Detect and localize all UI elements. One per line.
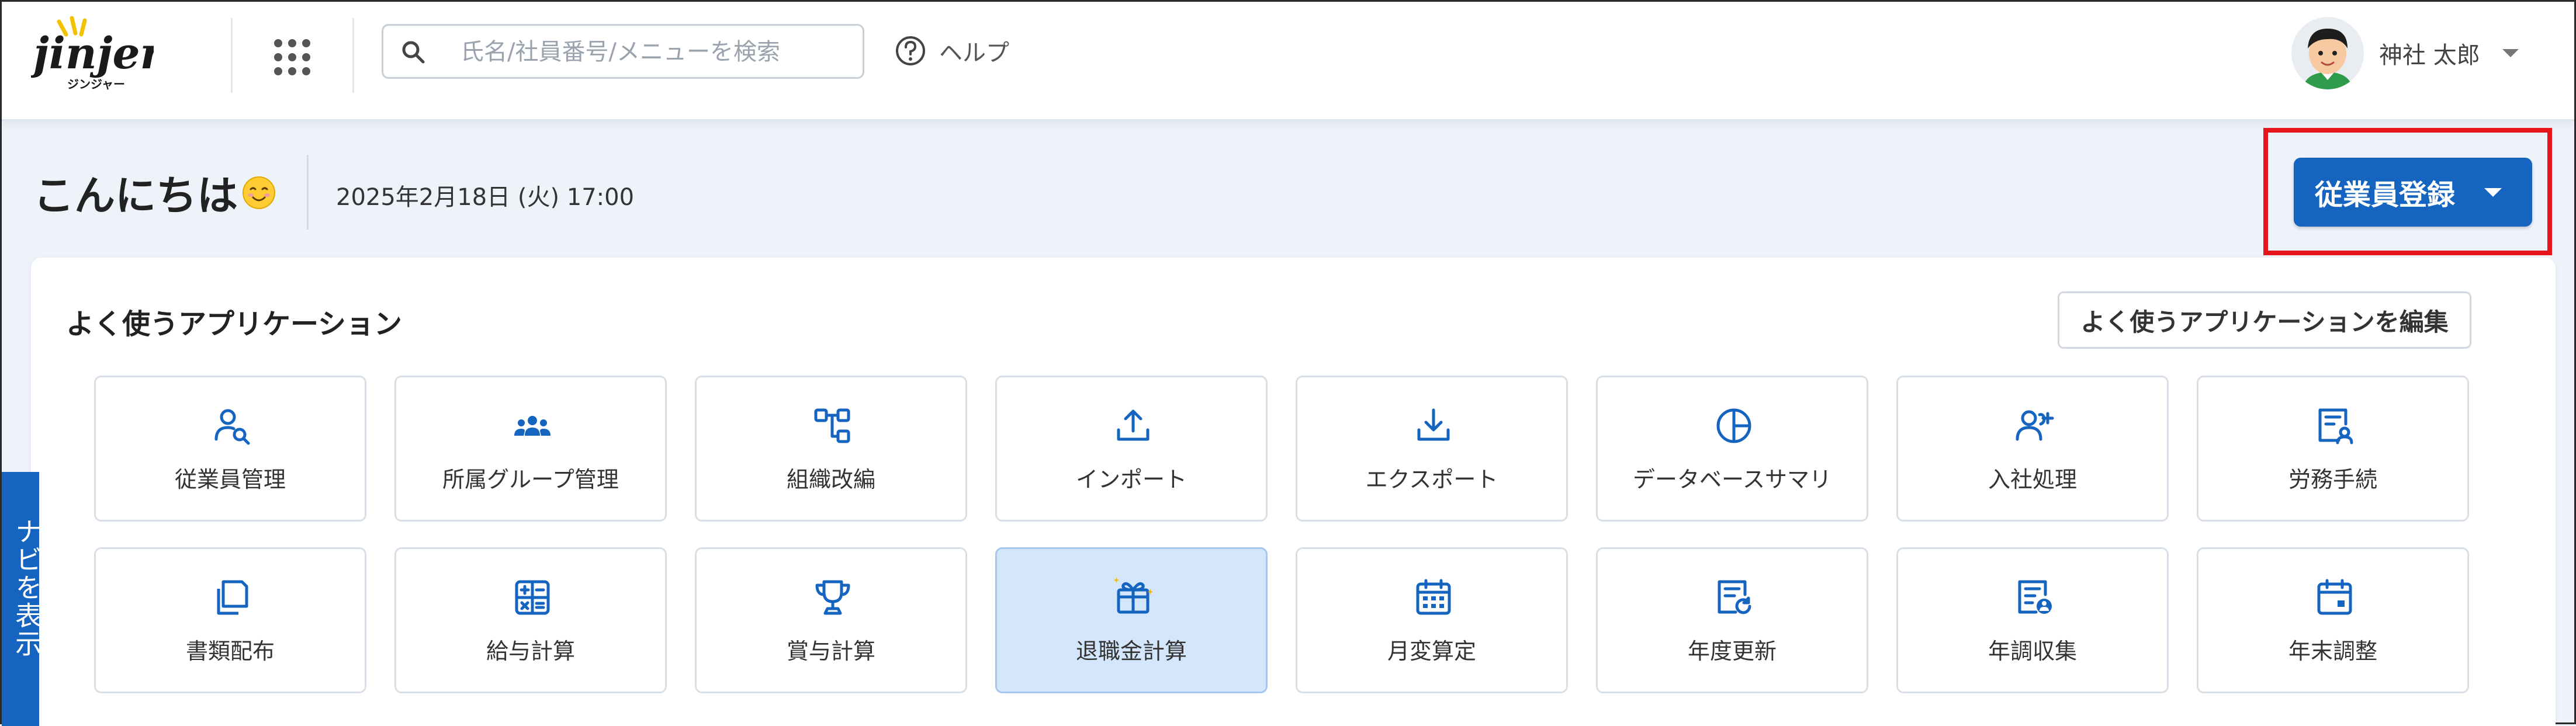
app-tile-label: 退職金計算 [1075, 638, 1187, 664]
greeting-divider [307, 155, 309, 230]
app-tile-label: 年調収集 [1988, 638, 2077, 664]
app-tile-employee-management[interactable]: 従業員管理 [94, 376, 366, 522]
avatar [2291, 17, 2364, 89]
app-tile-label: 給与計算 [486, 638, 575, 664]
app-tile-year-end-collection[interactable]: 年調収集 [1896, 547, 2169, 693]
current-datetime: 2025年2月18日 (火) 17:00 [336, 184, 635, 211]
greeting: こんにちは [33, 163, 276, 222]
svg-text:jinjer: jinjer [31, 29, 154, 79]
calculator-icon [515, 580, 550, 615]
group-icon [514, 416, 550, 436]
app-tile-label: 月変算定 [1387, 638, 1476, 664]
header-divider [352, 18, 354, 93]
calendar-grid-icon [1416, 579, 1451, 615]
app-tile-payroll[interactable]: 給与計算 [394, 547, 667, 693]
app-tile-retirement-allowance[interactable]: 退職金計算 [995, 547, 1268, 693]
calendar-icon [2317, 579, 2352, 615]
add-user-icon [2016, 410, 2054, 441]
app-tile-label: 年度更新 [1687, 638, 1777, 664]
svg-text:ジンジャー: ジンジャー [67, 77, 125, 91]
app-tile-label: 労務手続 [2288, 467, 2377, 492]
app-tile-label: 組織改編 [786, 467, 875, 492]
app-tile-label: 従業員管理 [174, 467, 286, 492]
help-link[interactable]: ヘルプ [895, 32, 1009, 70]
document-refresh-icon [1718, 580, 1751, 614]
edit-favorite-apps-button[interactable]: よく使うアプリケーションを編集 [2058, 291, 2471, 349]
app-tile-year-end-adjustment[interactable]: 年末調整 [2197, 547, 2469, 693]
app-tile-onboarding[interactable]: 入社処理 [1896, 376, 2169, 522]
app-tile-monthly-revision[interactable]: 月変算定 [1296, 547, 1568, 693]
show-navigation-label: ナビを表示 [11, 517, 43, 658]
app-grid-icon[interactable] [272, 37, 313, 78]
gift-icon [1113, 577, 1154, 614]
search-icon [402, 41, 425, 64]
app-tile-label: インポート [1075, 467, 1187, 492]
app-tile-label: 書類配布 [185, 638, 275, 664]
download-icon [1417, 408, 1450, 441]
user-name: 神社 太郎 [2379, 42, 2480, 69]
upload-icon [1117, 409, 1149, 441]
user-avatar-icon [2291, 17, 2364, 89]
help-label: ヘルプ [939, 40, 1009, 67]
jinjer-logo[interactable]: jinjer ジンジャー [31, 15, 154, 93]
header-divider [231, 18, 233, 93]
app-tile-reorganization[interactable]: 組織改編 [695, 376, 967, 522]
labor-document-icon [2318, 408, 2353, 444]
app-tile-label: 年末調整 [2288, 638, 2377, 664]
app-tile-export[interactable]: エクスポート [1296, 376, 1568, 522]
app-tile-bonus[interactable]: 賞与計算 [695, 547, 967, 693]
app-tile-annual-renewal[interactable]: 年度更新 [1596, 547, 1868, 693]
employee-register-button[interactable]: 従業員登録 [2294, 158, 2532, 227]
org-chart-icon [814, 408, 850, 443]
app-tile-database-summary[interactable]: データベースサマリ [1596, 376, 1868, 522]
favorite-apps-title: よく使うアプリケーション [66, 308, 403, 341]
app-tile-label: 入社処理 [1988, 467, 2077, 492]
greeting-text: こんにちは [33, 172, 238, 220]
user-menu[interactable]: 神社 太郎 [2291, 15, 2519, 92]
chevron-down-icon [2502, 49, 2519, 57]
document-user-icon [2018, 580, 2052, 614]
search-input[interactable] [459, 34, 847, 70]
app-tile-label: エクスポート [1365, 467, 1498, 492]
app-tile-labor-procedures[interactable]: 労務手続 [2197, 376, 2469, 522]
pie-chart-icon [1716, 408, 1751, 443]
employee-register-label: 従業員登録 [2315, 179, 2456, 211]
help-circle-icon [896, 36, 925, 65]
app-tile-label: 所属グループ管理 [442, 467, 619, 492]
employee-search-icon [214, 409, 250, 445]
app-tile-document-distribution[interactable]: 書類配布 [94, 547, 366, 693]
trophy-icon [815, 580, 850, 615]
top-bar: jinjer ジンジャー ヘルプ [2, 2, 2574, 121]
search-box[interactable] [382, 24, 864, 79]
app-tile-label: データベースサマリ [1632, 467, 1832, 492]
app-tile-group-management[interactable]: 所属グループ管理 [394, 376, 667, 522]
documents-icon [217, 580, 248, 615]
app-tile-import[interactable]: インポート [995, 376, 1268, 522]
chevron-down-icon [2484, 188, 2502, 197]
app-tile-label: 賞与計算 [786, 638, 875, 664]
show-navigation-tab[interactable]: ナビを表示 [2, 472, 43, 726]
smiling-face-icon [243, 176, 275, 209]
